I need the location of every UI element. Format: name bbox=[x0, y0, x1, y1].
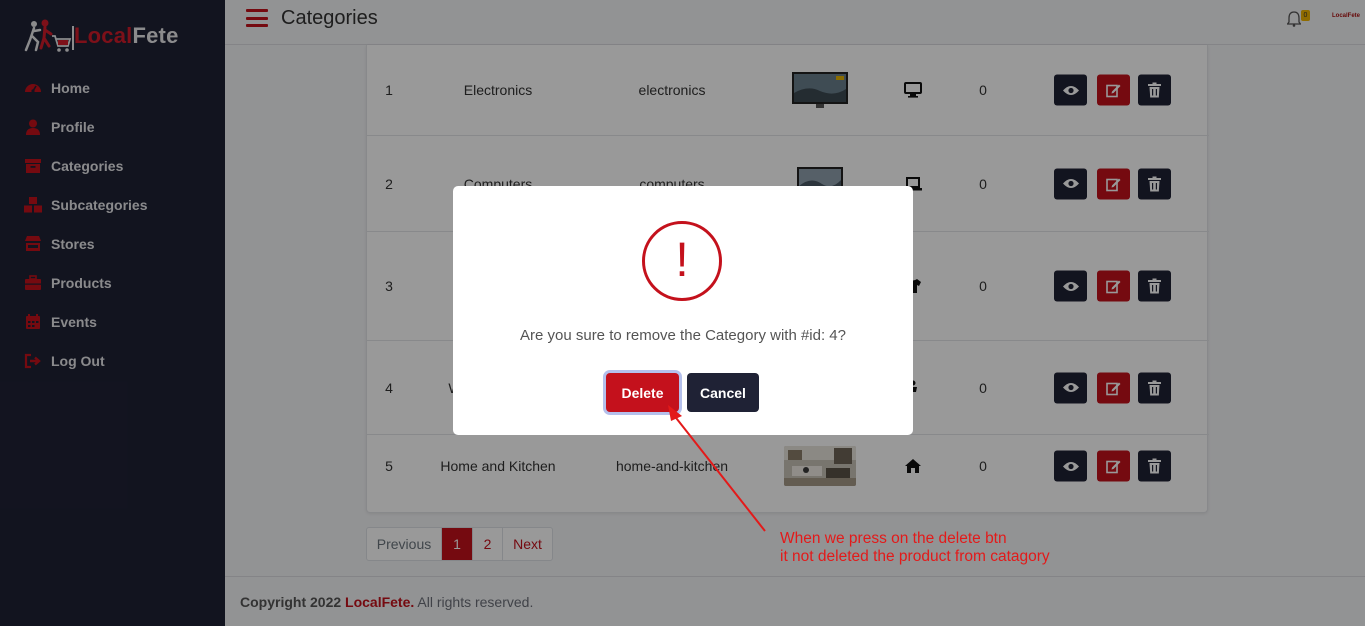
annotation-note: When we press on the delete btn it not d… bbox=[780, 530, 1050, 566]
warning-glyph: ! bbox=[675, 234, 689, 287]
warning-icon: ! bbox=[642, 221, 722, 301]
confirm-delete-dialog: ! Are you sure to remove the Category wi… bbox=[453, 186, 913, 435]
annotation-line-2: it not deleted the product from catagory bbox=[780, 548, 1050, 565]
annotation-line-1: When we press on the delete btn bbox=[780, 530, 1007, 547]
confirm-delete-button[interactable]: Delete bbox=[606, 373, 679, 412]
dialog-message: Are you sure to remove the Category with… bbox=[519, 327, 846, 344]
cancel-button[interactable]: Cancel bbox=[687, 373, 759, 412]
